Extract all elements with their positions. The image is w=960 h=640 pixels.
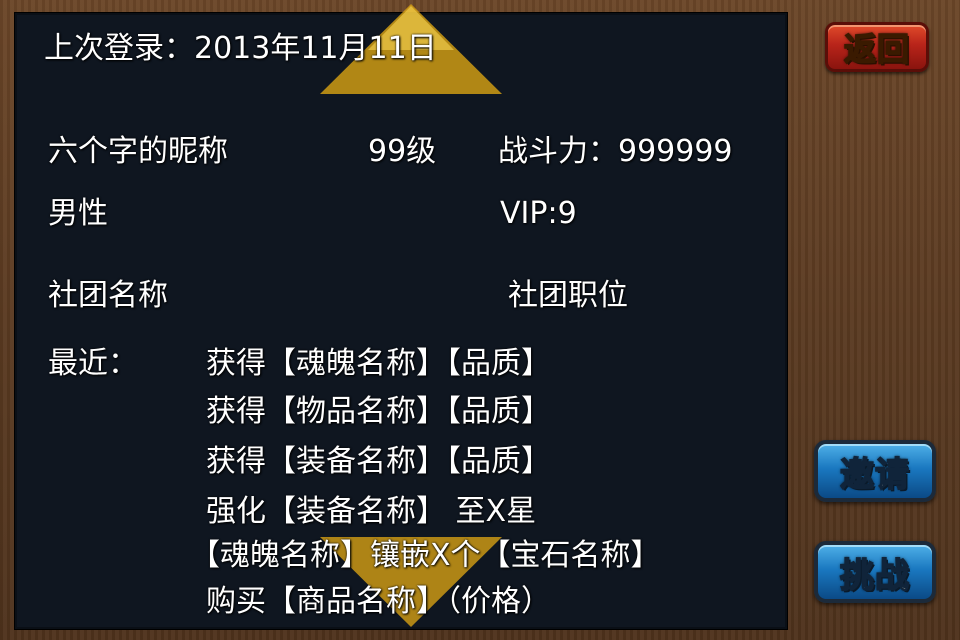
recent-activity-item: 获得【装备名称】【品质】 [206, 444, 551, 479]
challenge-button[interactable]: 挑战 [814, 541, 936, 603]
last-login-text: 上次登录：2013年11月11日 [44, 31, 437, 66]
invite-button[interactable]: 邀请 [814, 440, 936, 502]
player-nickname: 六个字的昵称 [48, 134, 228, 169]
player-power: 战斗力：999999 [498, 134, 733, 169]
player-level: 99级 [368, 134, 437, 169]
recent-activity-item: 强化【装备名称】 至X星 [206, 494, 537, 529]
recent-activity-item: 【魂魄名称】镶嵌X个【宝石名称】 [190, 538, 661, 573]
back-button[interactable]: 返回 [825, 22, 929, 72]
guild-name: 社团名称 [48, 278, 168, 313]
recent-label: 最近： [48, 346, 138, 381]
recent-activity-item: 获得【魂魄名称】【品质】 [206, 346, 551, 381]
guild-position: 社团职位 [508, 278, 628, 313]
recent-activity-item: 获得【物品名称】【品质】 [206, 394, 551, 429]
player-gender: 男性 [48, 196, 108, 231]
player-vip: VIP:9 [500, 196, 577, 231]
recent-activity-item: 购买【商品名称】（价格） [206, 584, 551, 619]
